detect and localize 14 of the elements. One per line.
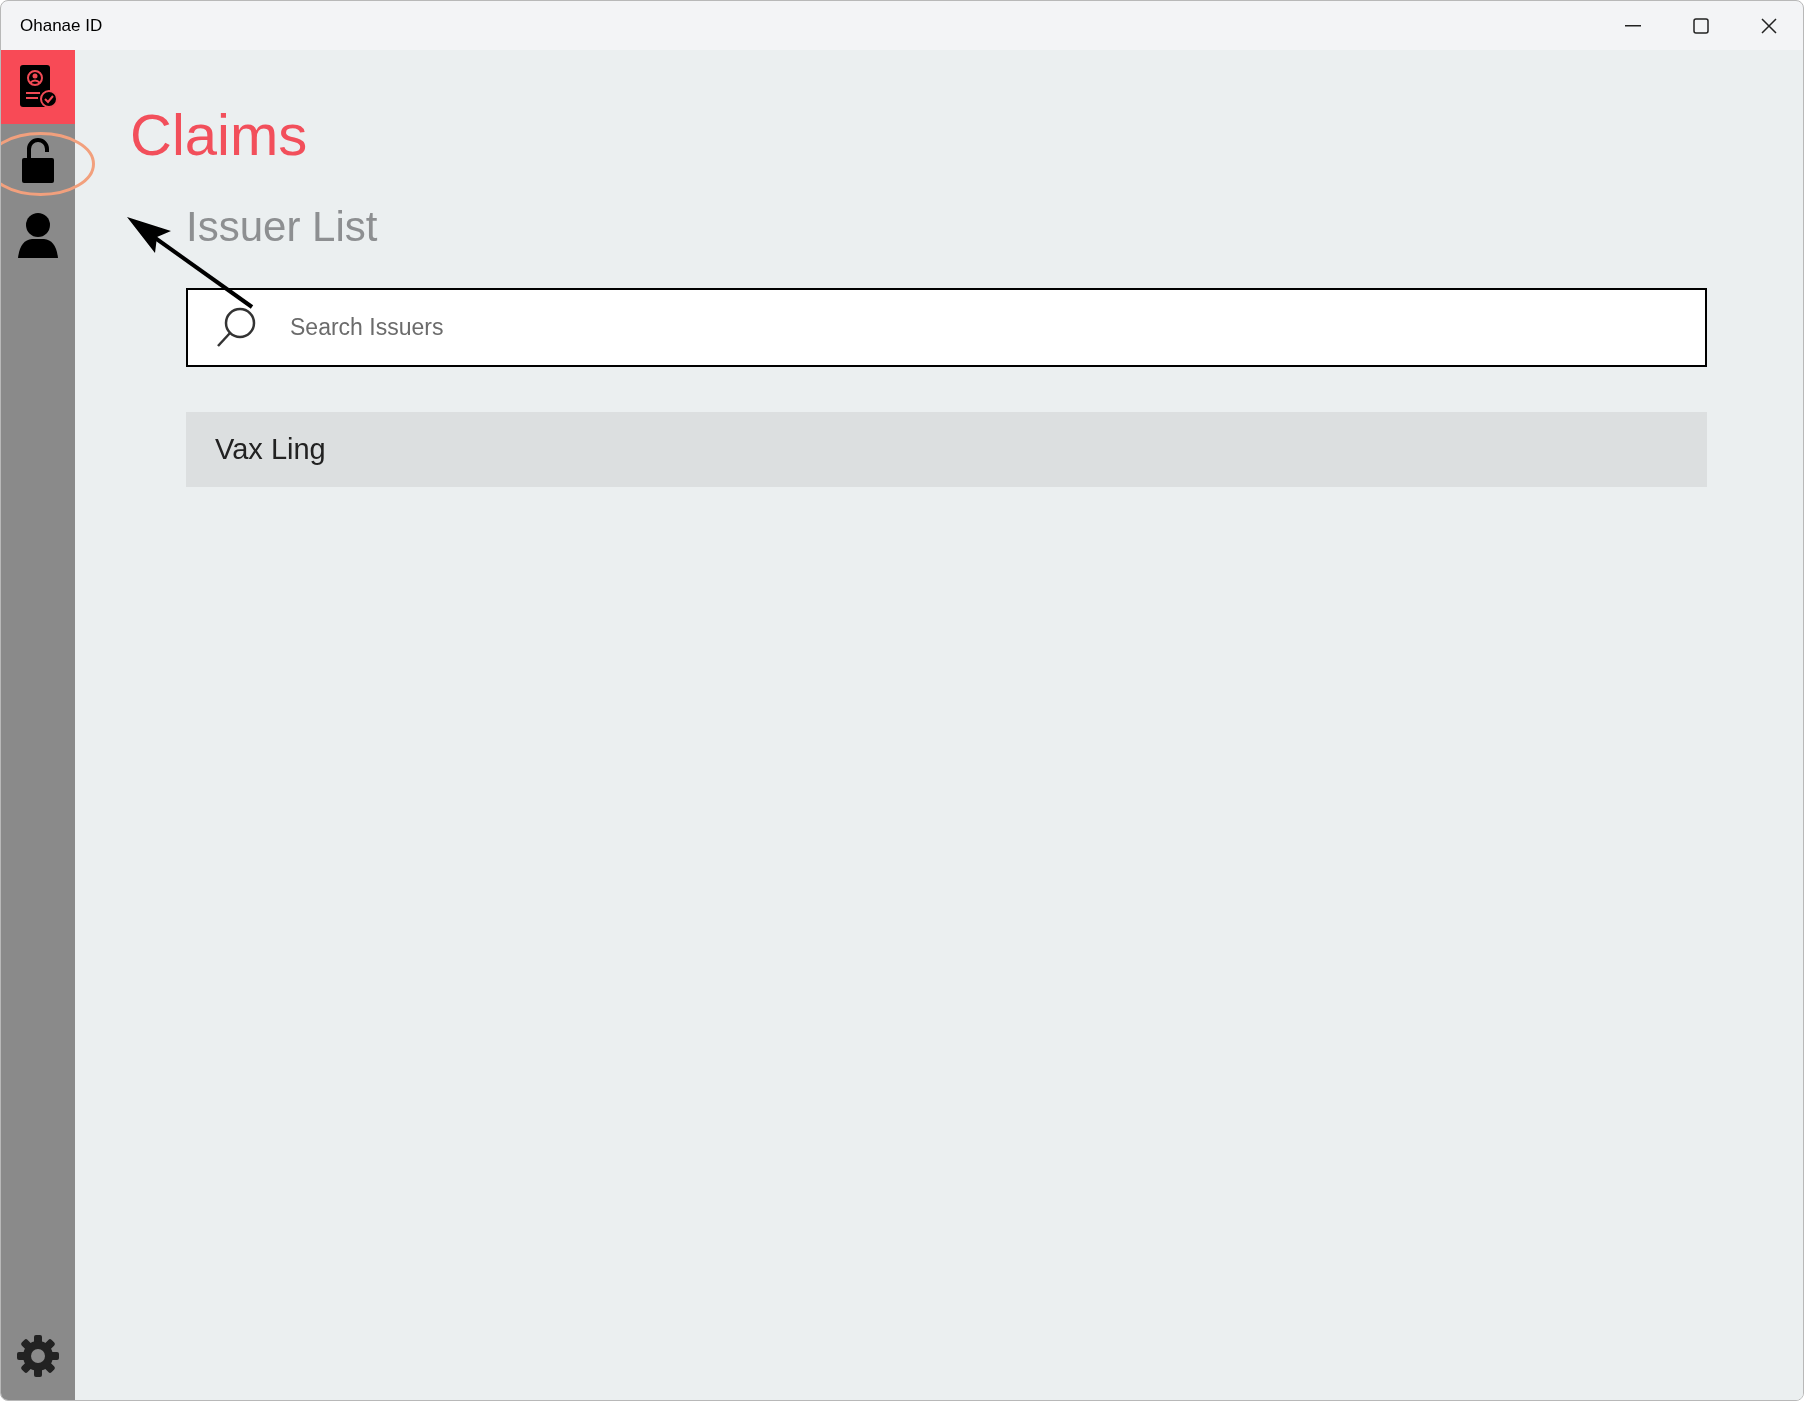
settings-icon [16, 1334, 60, 1378]
person-icon [16, 212, 60, 258]
section-title: Issuer List [186, 206, 378, 248]
close-icon [1761, 17, 1777, 34]
maximize-icon [1693, 17, 1709, 34]
window-title: Ohanae ID [20, 14, 103, 37]
search-icon [215, 306, 257, 348]
page-title: Claims [130, 106, 308, 164]
search-field[interactable]: Search Issuers [186, 288, 1707, 367]
unlocked-padlock-icon [21, 138, 55, 184]
issuer-list-item[interactable]: Vax Ling [186, 412, 1707, 487]
minimize-icon [1625, 24, 1641, 27]
sidebar-item[interactable] [1, 50, 75, 124]
id-card-check-icon [18, 65, 58, 109]
